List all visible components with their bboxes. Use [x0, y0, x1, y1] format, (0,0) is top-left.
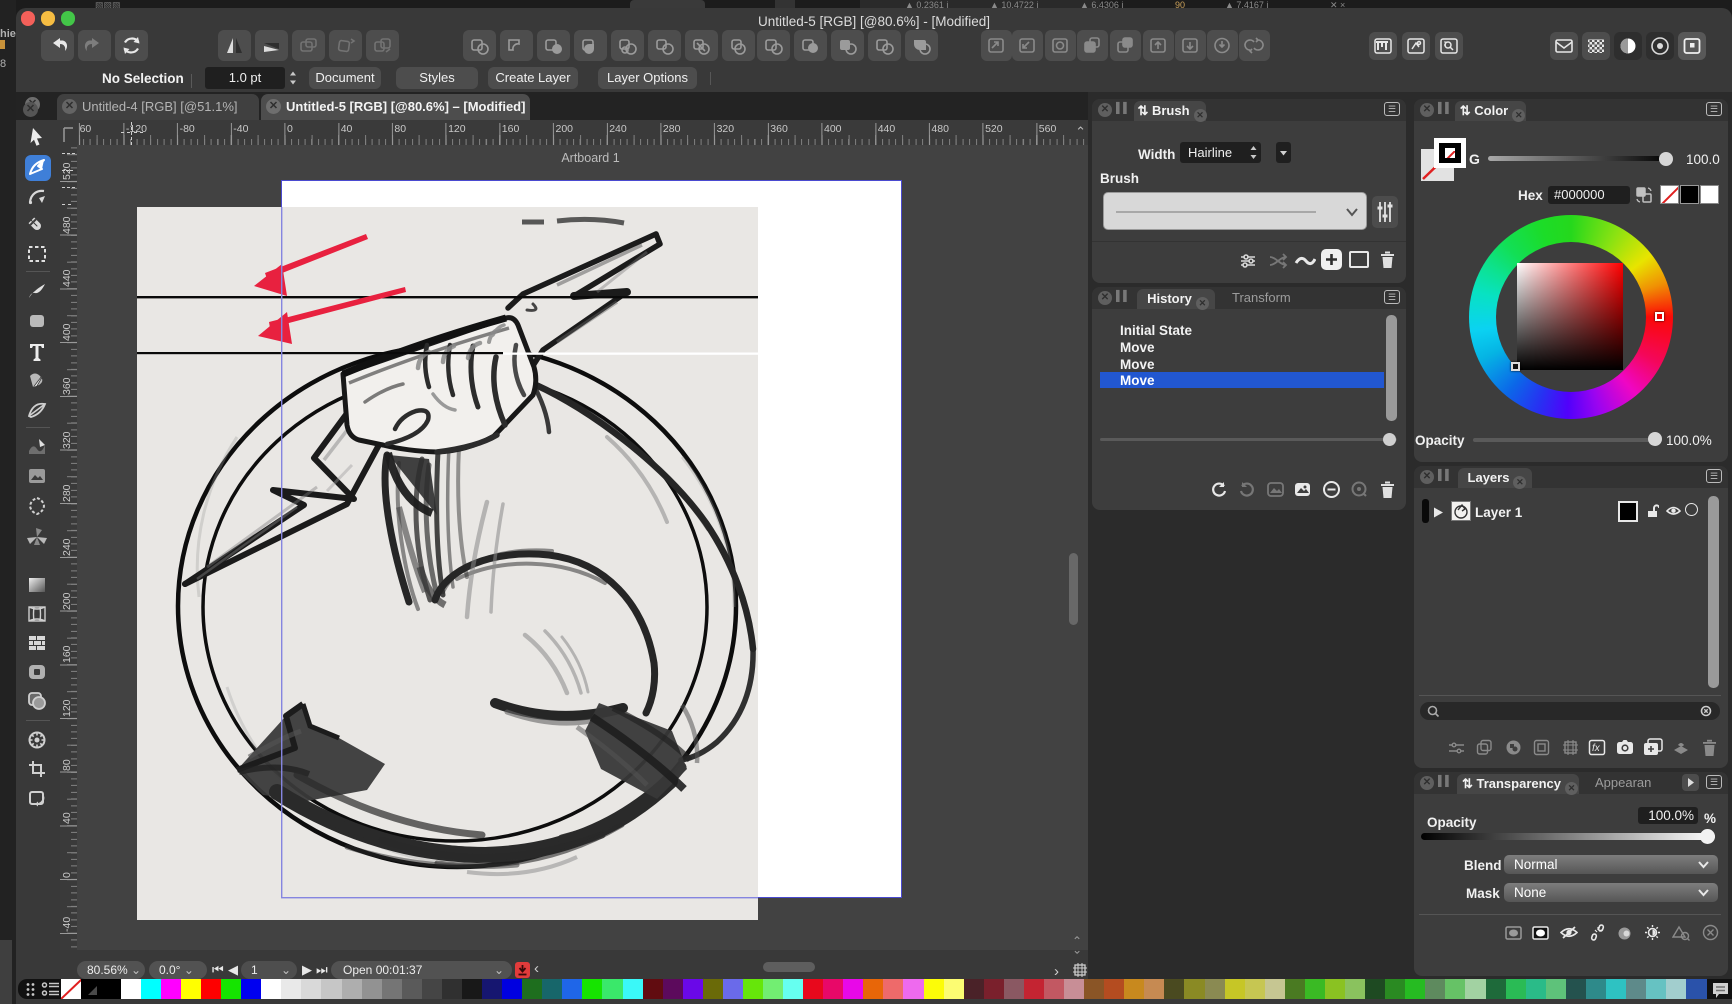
svg-text:fx: fx [1592, 743, 1601, 754]
